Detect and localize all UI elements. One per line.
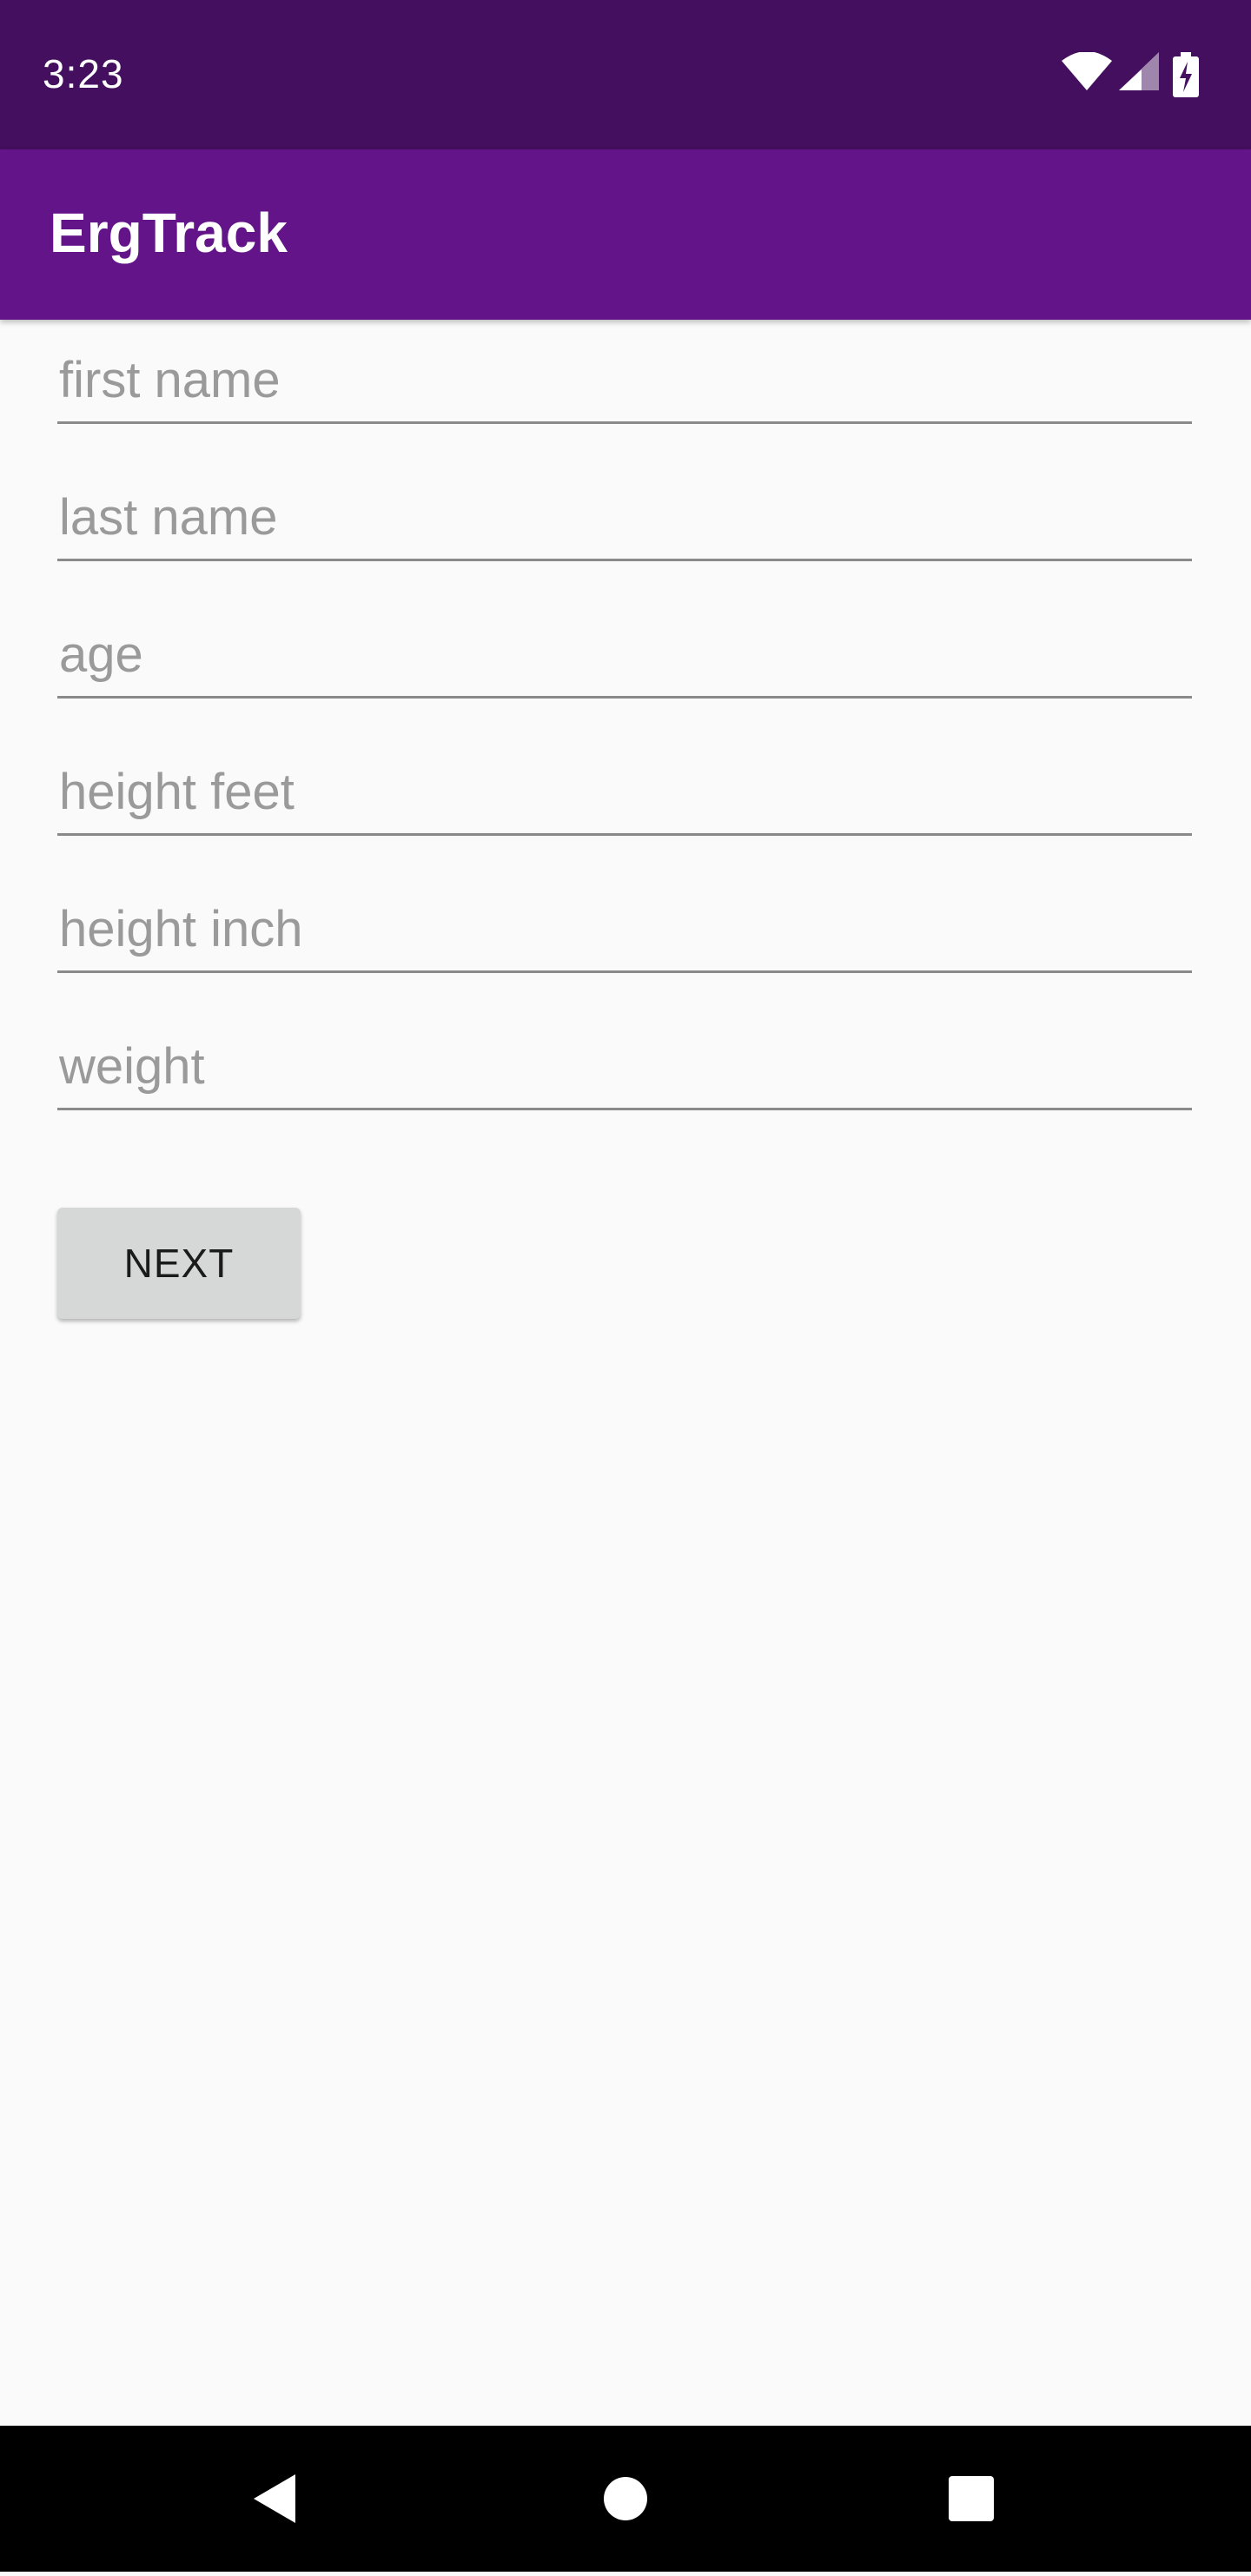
last-name-input[interactable] xyxy=(59,482,1194,552)
wifi-icon xyxy=(1062,52,1112,90)
weight-field xyxy=(57,1006,1194,1110)
status-bar: 3:23 xyxy=(0,0,1251,149)
back-icon xyxy=(254,2474,295,2523)
status-icons xyxy=(1062,52,1209,99)
app-title: ErgTrack xyxy=(50,202,288,264)
recents-button[interactable] xyxy=(898,2426,1044,2572)
first-name-input[interactable] xyxy=(59,345,1194,414)
status-time: 3:23 xyxy=(43,51,124,96)
height-feet-input[interactable] xyxy=(59,757,1194,826)
home-icon xyxy=(604,2477,647,2520)
home-button[interactable] xyxy=(553,2426,698,2572)
age-field xyxy=(57,594,1194,699)
weight-input[interactable] xyxy=(59,1031,1194,1101)
first-name-field xyxy=(57,320,1194,424)
last-name-field xyxy=(57,457,1194,561)
battery-charging-icon xyxy=(1173,52,1199,97)
age-input[interactable] xyxy=(59,619,1194,689)
height-inch-input[interactable] xyxy=(59,894,1194,964)
cell-signal-icon xyxy=(1119,52,1159,90)
height-feet-field xyxy=(57,732,1194,836)
back-button[interactable] xyxy=(203,2426,349,2572)
next-button[interactable]: NEXT xyxy=(57,1208,301,1319)
app-bar: ErgTrack xyxy=(0,149,1251,320)
recents-icon xyxy=(949,2476,994,2521)
height-inch-field xyxy=(57,869,1194,973)
navigation-bar xyxy=(0,2426,1251,2572)
